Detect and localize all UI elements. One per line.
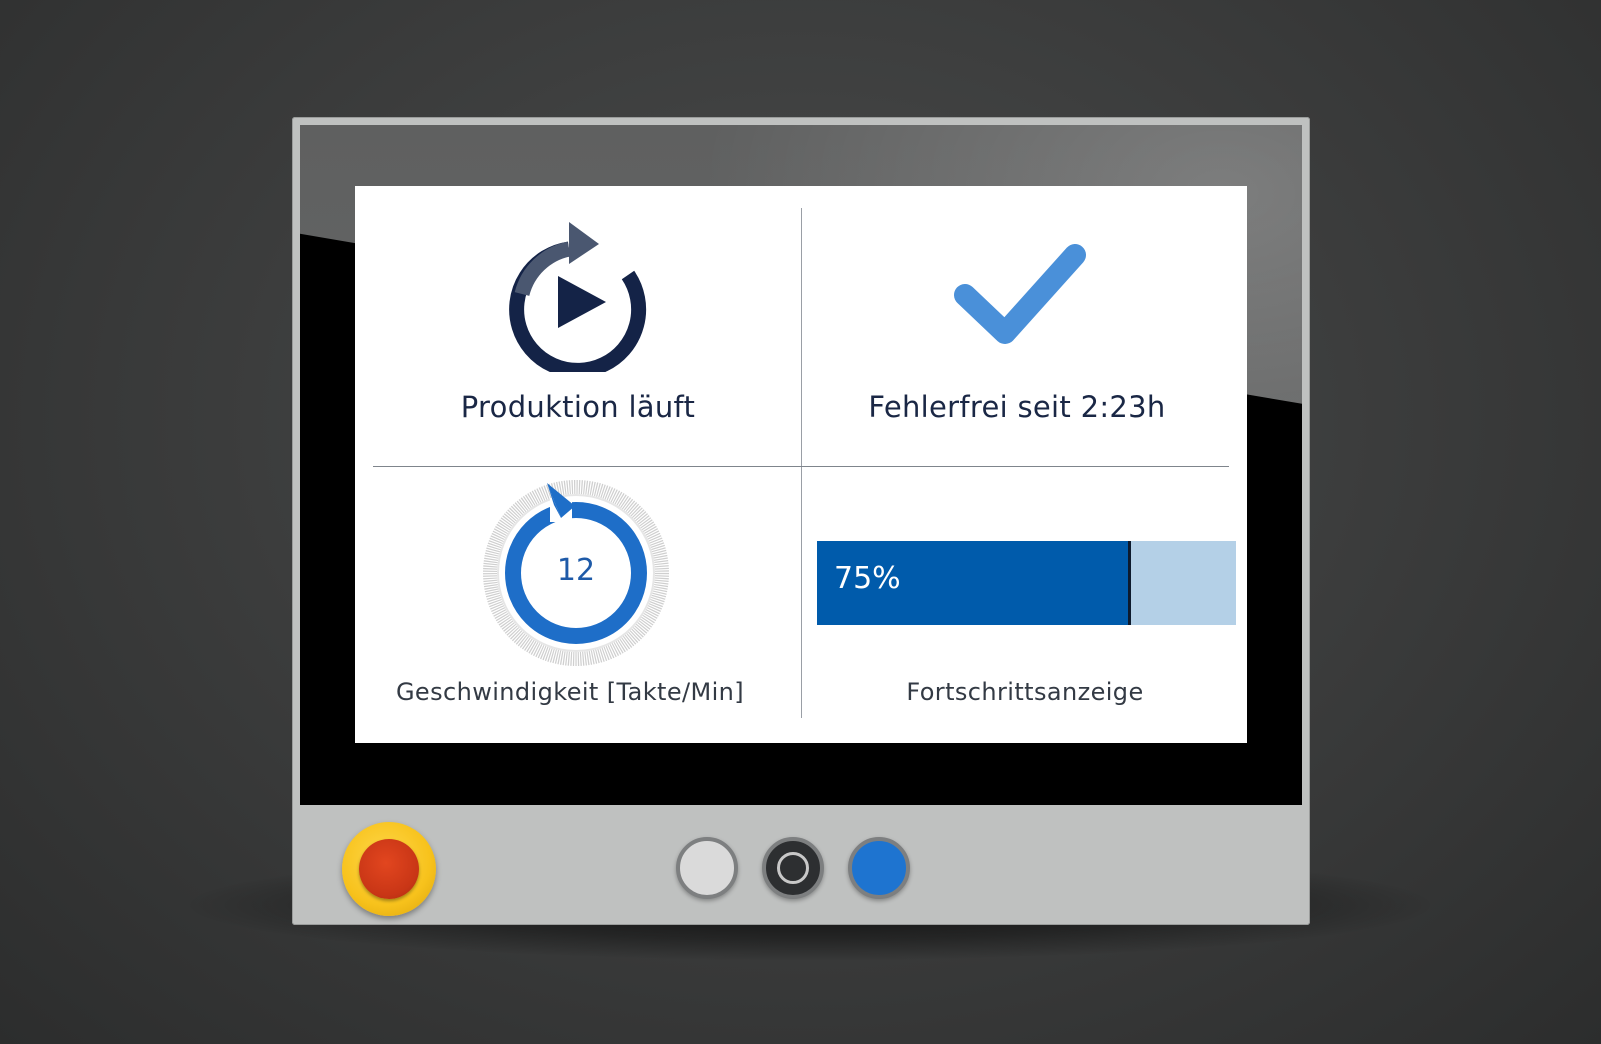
black-button[interactable] (762, 837, 824, 899)
progress-bar: 75% (817, 541, 1236, 625)
hmi-panel-device: Produktion läuft Fehlerfrei seit 2:23h 1… (292, 117, 1310, 925)
emergency-stop-core (359, 839, 419, 899)
hardware-button-row (292, 805, 1310, 925)
speed-value: 12 (556, 553, 596, 588)
speed-caption: Geschwindigkeit [Takte/Min] (395, 678, 745, 706)
screen-bezel: Produktion läuft Fehlerfrei seit 2:23h 1… (300, 125, 1302, 805)
speed-tile[interactable]: 12 Geschwindigkeit [Takte/Min] (355, 467, 801, 745)
black-button-ring (777, 852, 809, 884)
white-button[interactable] (676, 837, 738, 899)
progress-percent-label: 75% (834, 561, 901, 596)
blue-button[interactable] (848, 837, 910, 899)
error-free-label: Fehlerfrei seit 2:23h (868, 390, 1166, 424)
checkmark-icon (954, 244, 1086, 344)
emergency-stop-button[interactable] (342, 822, 436, 916)
production-status-tile[interactable]: Produktion läuft (355, 186, 801, 464)
error-free-tile[interactable]: Fehlerfrei seit 2:23h (802, 186, 1248, 464)
hmi-screen: Produktion läuft Fehlerfrei seit 2:23h 1… (355, 186, 1247, 743)
production-status-label: Produktion läuft (460, 390, 696, 424)
progress-caption: Fortschrittsanzeige (906, 678, 1144, 706)
progress-tile[interactable]: 75% Fortschrittsanzeige (802, 467, 1248, 745)
replay-play-icon (509, 222, 647, 372)
